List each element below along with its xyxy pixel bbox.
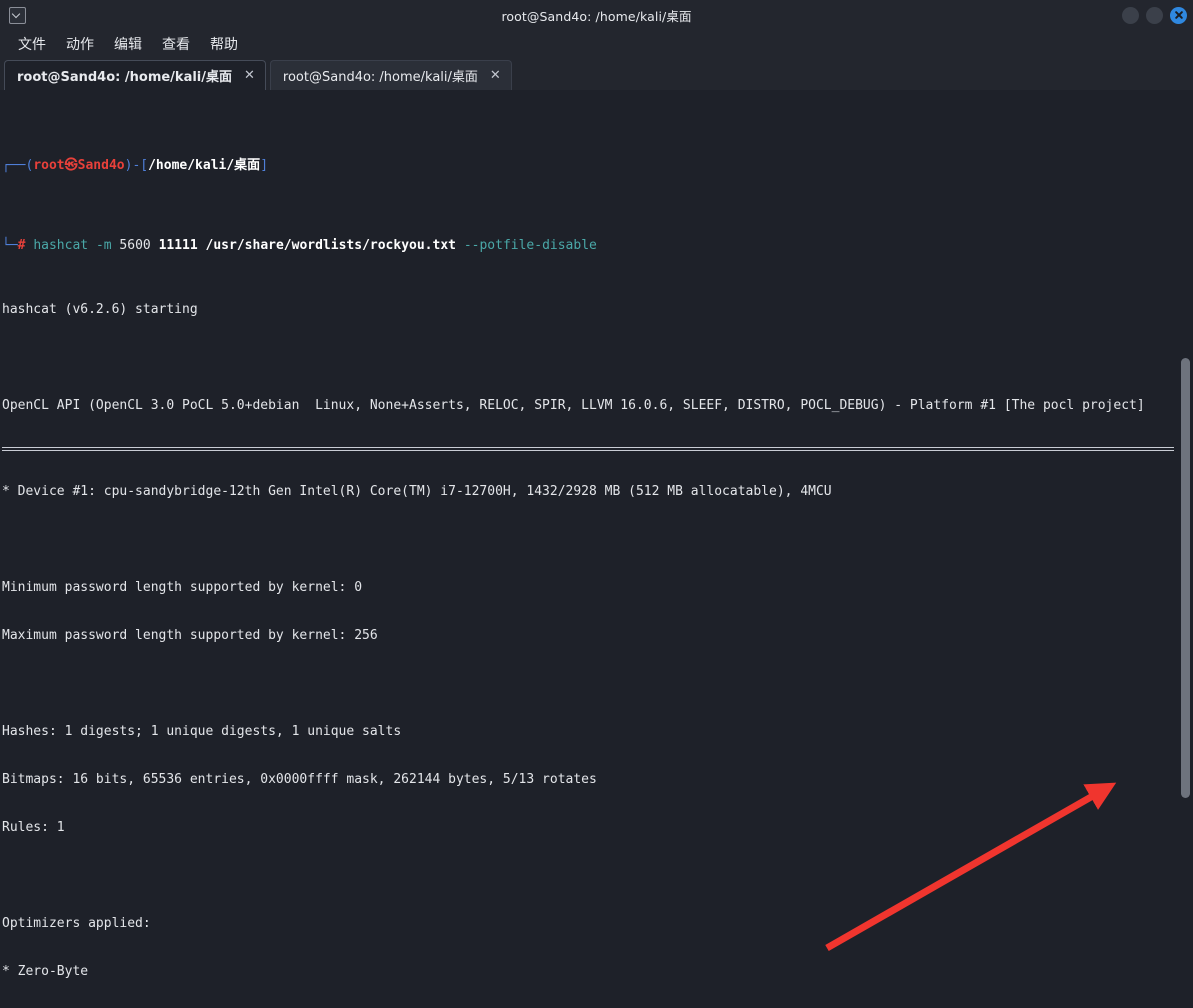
command-program: hashcat [33, 238, 89, 253]
close-icon[interactable]: ✕ [244, 69, 255, 82]
menu-item-file[interactable]: 文件 [10, 32, 54, 56]
menu-item-edit[interactable]: 编辑 [106, 32, 150, 56]
menu-item-help[interactable]: 帮助 [202, 32, 246, 56]
divider [2, 446, 1177, 452]
line-optimizer: * Zero-Byte [2, 964, 89, 979]
terminal-icon [9, 6, 26, 24]
line-optimizers-header: Optimizers applied: [2, 916, 151, 931]
prompt-line-top: ┌──(root㉿Sand4o)-[/home/kali/桌面] [2, 158, 1177, 174]
prompt-corner-top: ┌── [2, 158, 26, 173]
line-max-password: Maximum password length supported by ker… [2, 628, 378, 643]
prompt-at-icon: ㉿ [64, 158, 78, 173]
prompt-bracket-open: [ [140, 158, 149, 173]
menu-bar: 文件 动作 编辑 查看 帮助 [0, 30, 1193, 58]
line-opencl: OpenCL API (OpenCL 3.0 PoCL 5.0+debian L… [2, 398, 1145, 413]
line-rules: Rules: 1 [2, 820, 65, 835]
line-bitmaps: Bitmaps: 16 bits, 65536 entries, 0x0000f… [2, 772, 597, 787]
window-controls [1122, 0, 1187, 30]
line-min-password: Minimum password length supported by ker… [2, 580, 363, 595]
close-icon[interactable]: ✕ [490, 69, 501, 82]
prompt-path: /home/kali/桌面 [148, 158, 261, 173]
maximize-button[interactable] [1146, 6, 1163, 24]
scrollbar[interactable] [1177, 90, 1193, 1008]
line-starting: hashcat (v6.2.6) starting [2, 302, 198, 317]
prompt-user: root [33, 158, 65, 173]
line-hashes: Hashes: 1 digests; 1 unique digests, 1 u… [2, 724, 402, 739]
tab-label: root@Sand4o: /home/kali/桌面 [282, 70, 478, 85]
menu-item-view[interactable]: 查看 [154, 32, 198, 56]
command-flag-m: -m [95, 238, 112, 253]
command-wordlist: /usr/share/wordlists/rockyou.txt [205, 238, 456, 253]
command-mode: 5600 [119, 238, 151, 253]
line-device: * Device #1: cpu-sandybridge-12th Gen In… [2, 484, 832, 499]
command-hashfile: 11111 [158, 238, 198, 253]
close-button[interactable] [1170, 6, 1187, 24]
prompt-bracket-close: ] [260, 158, 269, 173]
command-option: --potfile-disable [463, 238, 597, 253]
terminal-output[interactable]: ┌──(root㉿Sand4o)-[/home/kali/桌面] └─# has… [0, 90, 1177, 1008]
prompt-corner-bottom: └─ [2, 238, 18, 253]
scrollbar-thumb[interactable] [1181, 358, 1190, 798]
tab-terminal-2[interactable]: root@Sand4o: /home/kali/桌面 ✕ [269, 60, 512, 90]
title-bar: root@Sand4o: /home/kali/桌面 [0, 0, 1193, 30]
minimize-button[interactable] [1122, 6, 1139, 24]
tab-terminal-1[interactable]: root@Sand4o: /home/kali/桌面 ✕ [4, 60, 266, 90]
tab-label: root@Sand4o: /home/kali/桌面 [17, 70, 233, 85]
terminal-window: root@Sand4o: /home/kali/桌面 文件 动作 编辑 查看 帮… [0, 0, 1193, 1008]
command-line: └─# hashcat -m 5600 11111 /usr/share/wor… [2, 238, 1177, 254]
prompt-host: Sand4o [77, 158, 125, 173]
terminal-viewport[interactable]: ┌──(root㉿Sand4o)-[/home/kali/桌面] └─# has… [0, 90, 1193, 1008]
tab-bar: root@Sand4o: /home/kali/桌面 ✕ root@Sand4o… [0, 58, 1193, 90]
window-title: root@Sand4o: /home/kali/桌面 [501, 8, 692, 24]
menu-item-action[interactable]: 动作 [58, 32, 102, 56]
